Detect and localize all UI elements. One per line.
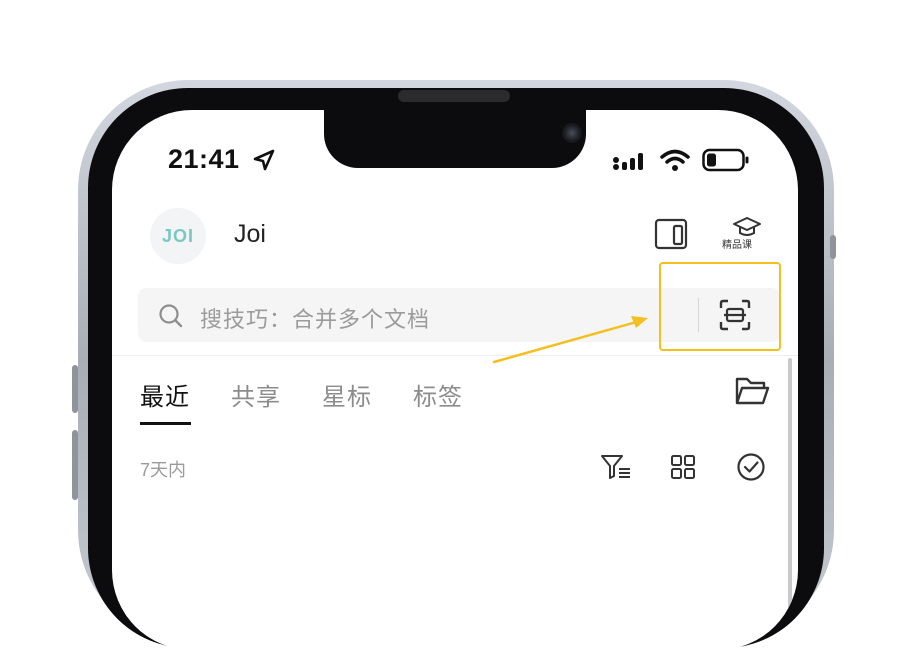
annotation-arrow [492, 316, 648, 364]
